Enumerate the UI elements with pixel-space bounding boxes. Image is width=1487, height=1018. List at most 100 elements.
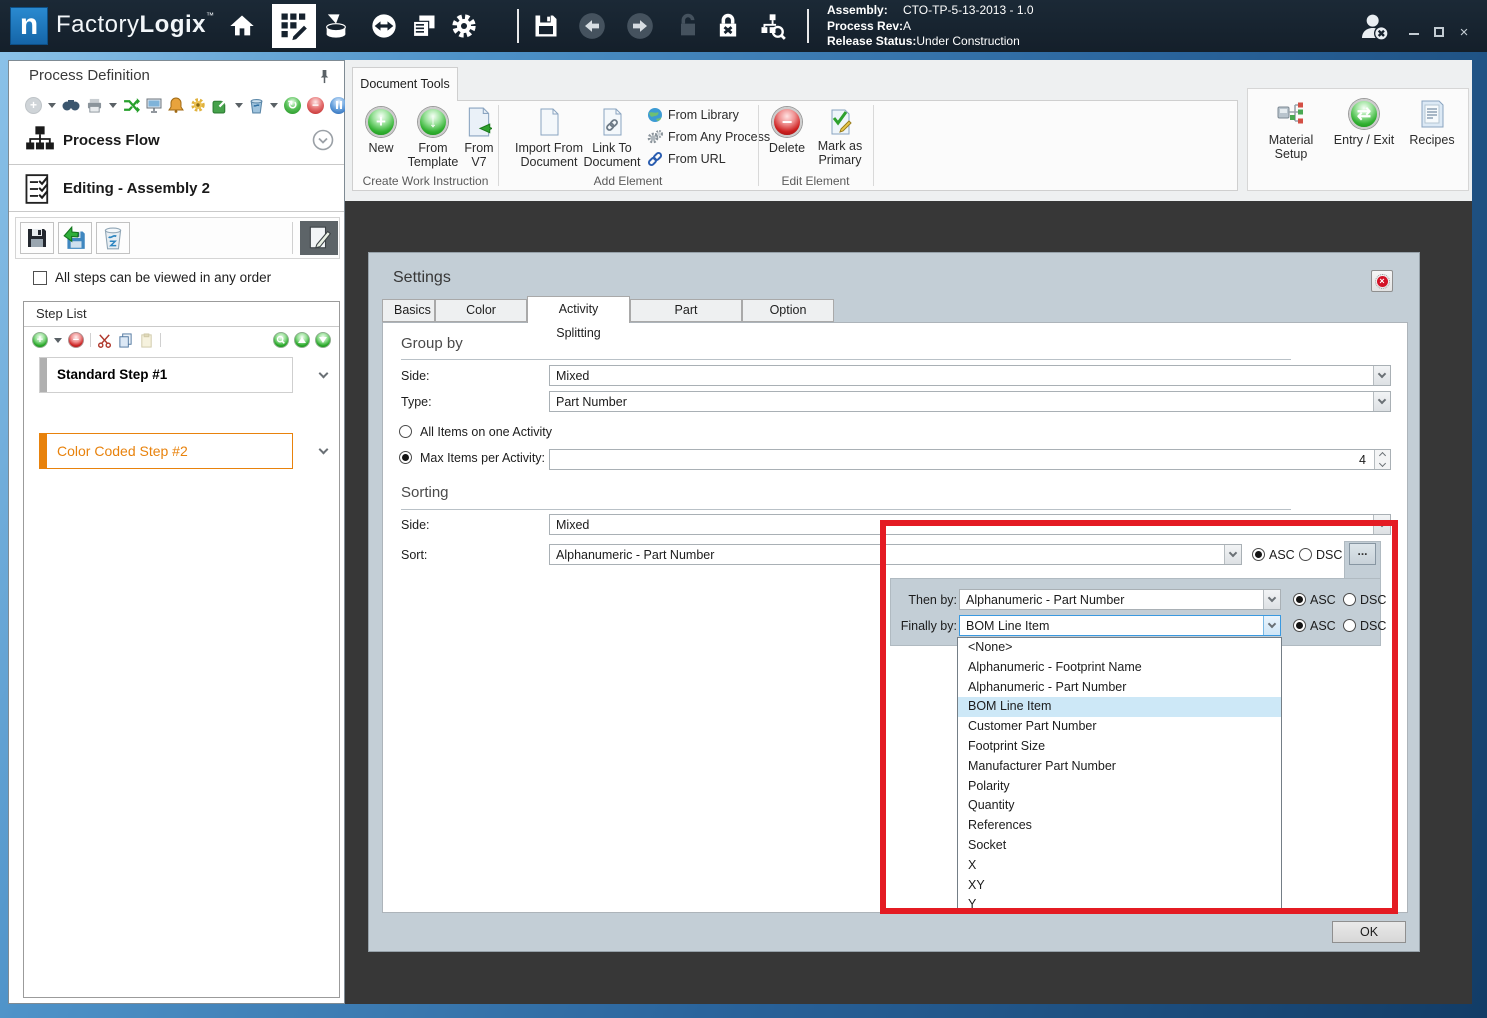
- from-template-button[interactable]: ↓ From Template: [405, 107, 461, 169]
- finally-by-asc-radio[interactable]: [1293, 619, 1306, 632]
- add-dropdown-caret-icon[interactable]: [48, 103, 56, 108]
- user-logout-icon[interactable]: [1358, 10, 1386, 38]
- from-url-button[interactable]: From URL: [647, 151, 726, 167]
- dropdown-option[interactable]: Polarity: [958, 777, 1281, 797]
- print-icon[interactable]: [86, 98, 103, 113]
- sort-dsc-radio[interactable]: [1299, 548, 1312, 561]
- material-receive-icon[interactable]: [322, 12, 350, 40]
- cut-icon[interactable]: [97, 333, 112, 348]
- then-by-dsc-radio[interactable]: [1343, 593, 1356, 606]
- dropdown-option[interactable]: Socket: [958, 836, 1281, 856]
- sort-asc-radio[interactable]: [1252, 548, 1265, 561]
- sort-combo[interactable]: Alphanumeric - Part Number: [549, 544, 1242, 565]
- from-v7-button[interactable]: From V7: [461, 107, 497, 169]
- dropdown-option[interactable]: Customer Part Number: [958, 717, 1281, 737]
- process-designer-icon-active[interactable]: [272, 4, 316, 48]
- recipes-button[interactable]: Recipes: [1404, 99, 1460, 147]
- save-import-button[interactable]: [58, 222, 92, 254]
- chevron-down-icon[interactable]: [1373, 392, 1390, 411]
- dropdown-option[interactable]: Alphanumeric - Part Number: [958, 678, 1281, 698]
- dropdown-option[interactable]: <None>: [958, 638, 1281, 658]
- process-shuffle-icon[interactable]: [123, 97, 140, 114]
- dropdown-option[interactable]: Footprint Size: [958, 737, 1281, 757]
- mark-as-primary-button[interactable]: Mark as Primary: [811, 107, 869, 167]
- finally-by-combo[interactable]: BOM Line Item: [959, 615, 1281, 636]
- print-dropdown-caret-icon[interactable]: [109, 103, 117, 108]
- tab-basics[interactable]: Basics: [382, 299, 435, 322]
- alert-bell-icon[interactable]: [168, 97, 184, 113]
- tab-color-coding[interactable]: Color Coding: [435, 299, 527, 322]
- dropdown-option[interactable]: Manufacturer Part Number: [958, 757, 1281, 777]
- activate-icon[interactable]: ↻: [284, 97, 301, 114]
- move-up-icon[interactable]: [294, 332, 310, 348]
- chevron-down-icon[interactable]: [1263, 590, 1280, 609]
- step-item-color-coded[interactable]: Color Coded Step #2: [39, 433, 293, 469]
- process-search-icon[interactable]: [758, 12, 786, 40]
- chevron-down-icon[interactable]: [1373, 366, 1390, 385]
- dropdown-option[interactable]: Y: [958, 895, 1281, 913]
- group-type-combo[interactable]: Part Number: [549, 391, 1391, 412]
- then-by-combo[interactable]: Alphanumeric - Part Number: [959, 589, 1281, 610]
- find-icon[interactable]: [62, 98, 80, 112]
- delete-dropdown-caret-icon[interactable]: [270, 103, 278, 108]
- copy-icon[interactable]: [118, 333, 133, 348]
- from-library-button[interactable]: From Library: [647, 107, 739, 123]
- dialog-close-button[interactable]: ×: [1371, 270, 1393, 292]
- presentation-icon[interactable]: [146, 97, 162, 113]
- tab-document-tools[interactable]: Document Tools: [352, 67, 458, 101]
- deactivate-icon[interactable]: −: [307, 97, 324, 114]
- add-step-caret-icon[interactable]: [54, 338, 62, 343]
- unlock-icon[interactable]: [674, 12, 702, 40]
- undo-back-icon[interactable]: [578, 12, 606, 40]
- delete-document-button[interactable]: [96, 222, 130, 254]
- link-to-document-button[interactable]: Link To Document: [579, 107, 645, 169]
- collapse-circle-icon[interactable]: [312, 129, 334, 151]
- add-step-icon[interactable]: +: [32, 332, 48, 348]
- edit-mode-button[interactable]: [300, 221, 338, 255]
- paste-icon[interactable]: [139, 333, 154, 348]
- gear-icon[interactable]: [190, 97, 206, 113]
- more-sort-options-button[interactable]: ...: [1349, 543, 1376, 565]
- save-step-button[interactable]: [20, 222, 54, 254]
- add-icon[interactable]: +: [25, 97, 42, 114]
- tab-activity-splitting[interactable]: Activity Splitting: [527, 296, 630, 323]
- material-setup-button[interactable]: Material Setup: [1260, 99, 1322, 161]
- then-by-asc-radio[interactable]: [1293, 593, 1306, 606]
- save-icon[interactable]: [532, 12, 560, 40]
- delete-step-icon[interactable]: [249, 97, 264, 114]
- new-button[interactable]: + New: [358, 107, 404, 155]
- any-order-checkbox[interactable]: [33, 271, 47, 285]
- minimize-button[interactable]: [1405, 24, 1423, 42]
- chevron-down-icon[interactable]: [1224, 545, 1241, 564]
- all-items-radio[interactable]: [399, 425, 412, 438]
- spinner-control[interactable]: [1374, 450, 1390, 469]
- export-dropdown-caret-icon[interactable]: [235, 103, 243, 108]
- settings-gear-icon[interactable]: [450, 12, 478, 40]
- step-expand-chevron-icon[interactable]: [319, 445, 329, 455]
- sort-side-combo[interactable]: Mixed: [549, 514, 1391, 535]
- move-down-icon[interactable]: [315, 332, 331, 348]
- chevron-down-icon[interactable]: [1373, 515, 1390, 534]
- ok-button[interactable]: OK: [1332, 921, 1406, 943]
- lock-close-icon[interactable]: [714, 12, 742, 40]
- chevron-down-icon[interactable]: [1263, 616, 1280, 635]
- documents-icon[interactable]: [410, 12, 438, 40]
- close-button[interactable]: ×: [1455, 24, 1473, 42]
- dropdown-option[interactable]: Alphanumeric - Footprint Name: [958, 658, 1281, 678]
- max-items-radio[interactable]: [399, 451, 412, 464]
- dropdown-option[interactable]: XY: [958, 876, 1281, 896]
- pin-icon[interactable]: [317, 69, 332, 84]
- process-flow-row[interactable]: Process Flow: [9, 121, 344, 163]
- delete-element-button[interactable]: − Delete: [763, 107, 811, 155]
- maximize-button[interactable]: [1430, 24, 1448, 42]
- max-items-input[interactable]: 4: [549, 449, 1391, 470]
- tab-option-codes[interactable]: Option Codes: [742, 299, 834, 322]
- from-any-process-button[interactable]: From Any Process: [647, 129, 770, 145]
- dropdown-option[interactable]: Quantity: [958, 796, 1281, 816]
- tab-part-assignments[interactable]: Part Assignments: [630, 299, 742, 322]
- step-item-standard[interactable]: Standard Step #1: [39, 357, 293, 393]
- redo-forward-icon[interactable]: [626, 12, 654, 40]
- finally-by-dsc-radio[interactable]: [1343, 619, 1356, 632]
- export-icon[interactable]: [212, 97, 229, 114]
- entry-exit-button[interactable]: ⇄ Entry / Exit: [1326, 99, 1402, 147]
